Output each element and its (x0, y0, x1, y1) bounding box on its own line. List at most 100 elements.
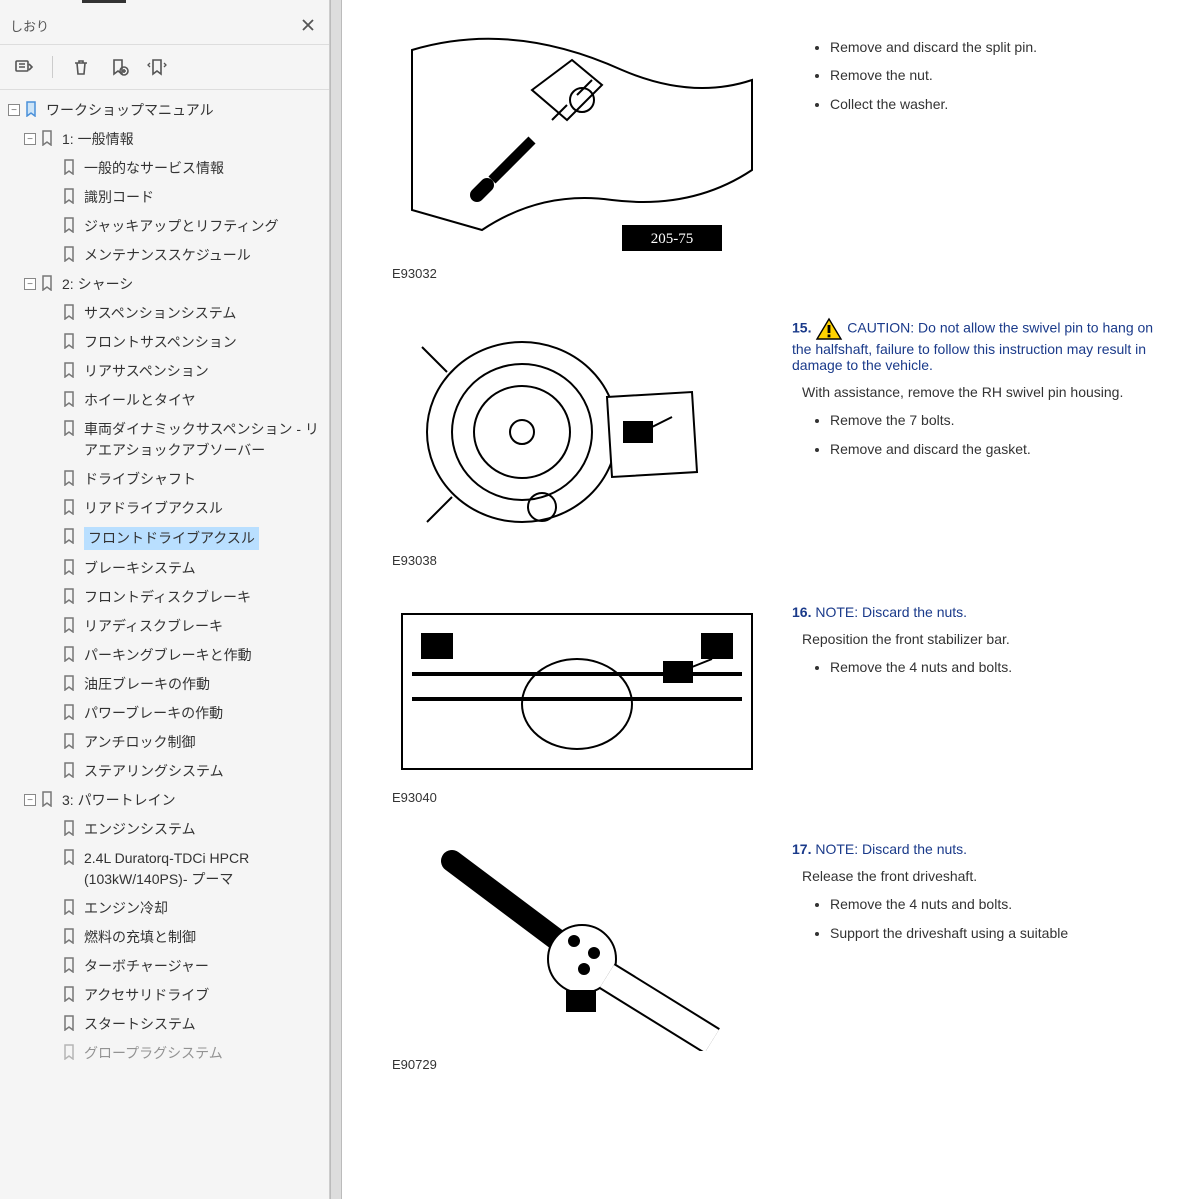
tree-toggle-icon (46, 1047, 58, 1059)
bookmark-item[interactable]: ホイールとタイヤ (6, 386, 325, 415)
bookmark-label: アクセサリドライブ (84, 985, 209, 1006)
bookmark-label: 3: パワートレイン (62, 790, 176, 811)
bookmark-label: 1: 一般情報 (62, 129, 134, 150)
bookmark-item[interactable]: リアドライブアクスル (6, 494, 325, 523)
bookmark-icon (62, 188, 78, 206)
tree-toggle-icon (46, 902, 58, 914)
figure-caption: E93038 (392, 553, 762, 568)
bookmark-item[interactable]: 2.4L Duratorq-TDCi HPCR (103kW/140PS)- プ… (6, 844, 325, 894)
bookmark-label: ワークショップマニュアル (46, 100, 214, 121)
bookmark-item[interactable]: フロントドライブアクスル (6, 523, 325, 554)
bookmark-item[interactable]: エンジン冷却 (6, 894, 325, 923)
tree-toggle-icon (46, 249, 58, 261)
bookmark-icon (62, 159, 78, 177)
pane-divider[interactable] (330, 0, 342, 1199)
bookmark-item[interactable]: ターボチャージャー (6, 952, 325, 981)
bookmark-label: メンテナンススケジュール (84, 245, 251, 266)
bookmark-label: 燃料の充填と制御 (84, 927, 196, 948)
bookmark-item[interactable]: フロントディスクブレーキ (6, 583, 325, 612)
bookmark-icon (62, 528, 78, 546)
bookmark-item[interactable]: アクセサリドライブ (6, 981, 325, 1010)
bookmark-label: 識別コード (84, 187, 154, 208)
bookmark-item[interactable]: −2: シャーシ (6, 270, 325, 299)
tree-toggle-icon (46, 365, 58, 377)
bookmarks-tree[interactable]: −ワークショップマニュアル−1: 一般情報一般的なサービス情報識別コードジャッキ… (0, 90, 329, 1199)
bookmark-item[interactable]: 油圧ブレーキの作動 (6, 670, 325, 699)
bookmark-icon (24, 101, 40, 119)
tree-toggle-icon[interactable]: − (24, 133, 36, 145)
bookmark-item[interactable]: ブレーキシステム (6, 554, 325, 583)
bookmark-icon (62, 986, 78, 1004)
tool-label: 205-75 (651, 231, 694, 247)
bookmark-item[interactable]: − 3: パワートレイン (6, 786, 325, 815)
bookmark-label: ドライブシャフト (84, 469, 196, 490)
bookmark-item[interactable]: ドライブシャフト (6, 465, 325, 494)
bookmark-icon (62, 588, 78, 606)
delete-icon[interactable] (67, 53, 95, 81)
bookmark-item[interactable]: 車両ダイナミックサスペンション - リアエアショックアブソーバー (6, 415, 325, 465)
bookmark-item[interactable]: フロントサスペンション (6, 328, 325, 357)
options-icon[interactable] (10, 53, 38, 81)
svg-text:x7: x7 (631, 425, 645, 440)
bookmark-icon (62, 733, 78, 751)
bookmark-label: ホイールとタイヤ (84, 390, 196, 411)
bookmark-item[interactable]: アンチロック制御 (6, 728, 325, 757)
bookmark-item[interactable]: ステアリングシステム (6, 757, 325, 786)
tree-toggle-icon (46, 765, 58, 777)
bookmark-item[interactable]: − ワークショップマニュアル (6, 96, 325, 125)
bookmark-item[interactable]: サスペンションシステム (6, 299, 325, 328)
figure-caption: E93040 (392, 790, 762, 805)
bookmark-label: エンジン冷却 (84, 898, 168, 919)
tree-toggle-icon (46, 707, 58, 719)
tree-toggle-icon[interactable]: − (24, 278, 36, 290)
step-bullets: Remove the 7 bolts. Remove and discard t… (830, 409, 1170, 460)
tree-toggle-icon (46, 852, 58, 864)
bookmark-item[interactable]: ジャッキアップとリフティング (6, 212, 325, 241)
bookmark-icon (62, 928, 78, 946)
step-number: 17. (792, 841, 811, 857)
tree-toggle-icon (46, 220, 58, 232)
bookmark-item[interactable]: グロープラグシステム (6, 1039, 325, 1068)
bookmark-icon (40, 130, 56, 148)
tree-toggle-icon (46, 823, 58, 835)
bookmark-label: リアドライブアクスル (84, 498, 223, 519)
bookmark-item[interactable]: リアサスペンション (6, 357, 325, 386)
bookmark-item[interactable]: 識別コード (6, 183, 325, 212)
bookmark-icon (62, 820, 78, 838)
add-bookmark-icon[interactable] (105, 53, 133, 81)
bookmark-icon (62, 899, 78, 917)
tree-toggle-icon[interactable]: − (8, 104, 20, 116)
tree-toggle-icon (46, 931, 58, 943)
tree-toggle-icon (46, 620, 58, 632)
tree-toggle-icon[interactable]: − (24, 794, 36, 806)
bookmark-label: 車両ダイナミックサスペンション - リアエアショックアブソーバー (84, 419, 323, 461)
document-viewport[interactable]: 205-75 E93032 Remove and discard the spl… (342, 0, 1200, 1199)
tree-toggle-icon (46, 989, 58, 1001)
bookmark-icon (62, 246, 78, 264)
bookmark-icon (62, 704, 78, 722)
bookmark-icon (62, 617, 78, 635)
tree-toggle-icon (46, 336, 58, 348)
bookmark-item[interactable]: リアディスクブレーキ (6, 612, 325, 641)
bookmark-item[interactable]: 燃料の充填と制御 (6, 923, 325, 952)
bookmark-icon (62, 559, 78, 577)
bookmark-item[interactable]: パワーブレーキの作動 (6, 699, 325, 728)
bookmark-label: フロントドライブアクスル (84, 527, 259, 550)
expand-icon[interactable] (143, 53, 171, 81)
tree-toggle-icon (46, 191, 58, 203)
bookmark-item[interactable]: − 1: 一般情報 (6, 125, 325, 154)
bookmark-label: 2.4L Duratorq-TDCi HPCR (103kW/140PS)- プ… (84, 848, 323, 890)
bookmark-item[interactable]: メンテナンススケジュール (6, 241, 325, 270)
step-bullets: Remove and discard the split pin. Remove… (830, 36, 1170, 115)
close-icon[interactable] (297, 14, 319, 36)
bookmark-item[interactable]: 一般的なサービス情報 (6, 154, 325, 183)
bookmark-item[interactable]: パーキングブレーキと作動 (6, 641, 325, 670)
bookmark-icon (62, 362, 78, 380)
bookmark-item[interactable]: スタートシステム (6, 1010, 325, 1039)
caution-icon (815, 317, 843, 341)
bookmark-item[interactable]: エンジンシステム (6, 815, 325, 844)
figure-e93040: x4 (392, 604, 762, 784)
tree-toggle-icon (46, 307, 58, 319)
note-text: NOTE: Discard the nuts. (815, 841, 967, 857)
bookmark-label: パーキングブレーキと作動 (84, 645, 252, 666)
